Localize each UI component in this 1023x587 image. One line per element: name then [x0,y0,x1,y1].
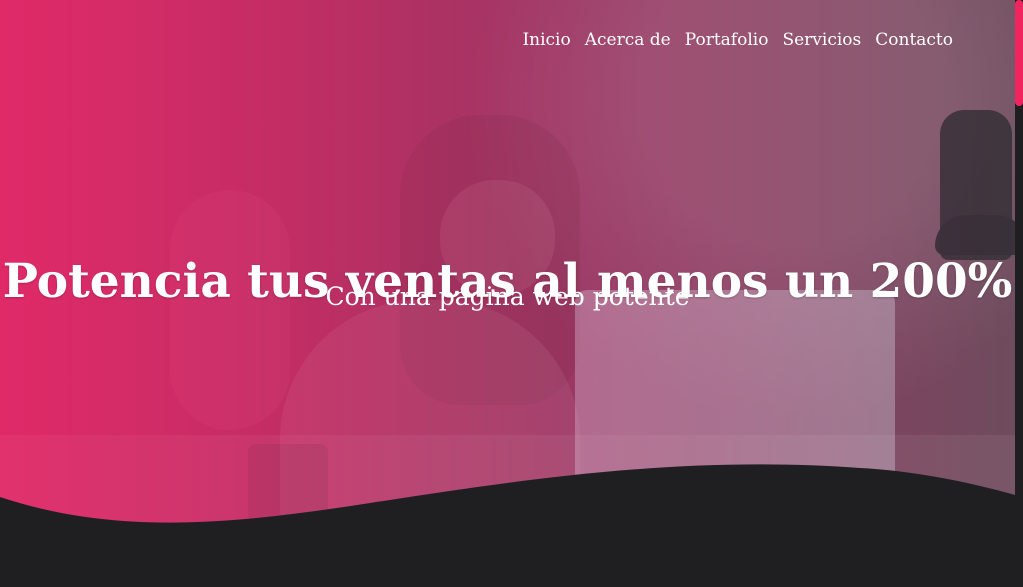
nav-portafolio[interactable]: Portafolio [685,29,769,51]
landing-page: Inicio Acerca de Portafolio Servicios Co… [0,0,1023,587]
hero-subheadline: Con una página web potente [325,282,690,311]
nav-servicios[interactable]: Servicios [782,29,861,51]
nav-acerca-de[interactable]: Acerca de [585,29,671,51]
page-scrollbar[interactable] [1015,0,1023,587]
main-navigation: Inicio Acerca de Portafolio Servicios Co… [522,29,953,51]
nav-contacto[interactable]: Contacto [875,29,953,51]
nav-inicio[interactable]: Inicio [522,29,570,51]
hero-wave-divider [0,464,1015,587]
scrollbar-thumb[interactable] [1015,0,1023,106]
